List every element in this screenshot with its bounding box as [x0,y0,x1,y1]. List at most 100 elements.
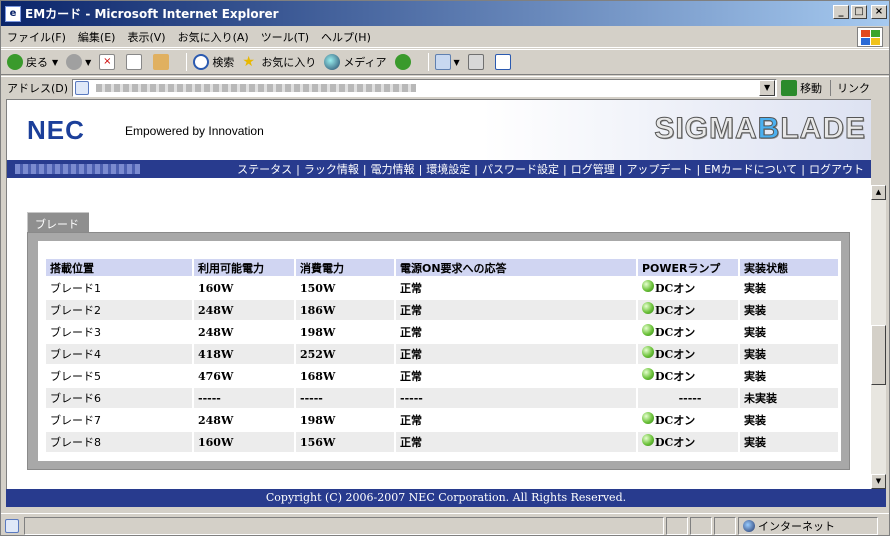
cell-slot: ブレード1 [50,282,101,295]
nav-separator: | [801,162,805,176]
back-button[interactable]: 戻る ▼ [7,54,58,70]
nav-log[interactable]: ログ管理 [571,161,615,177]
history-button[interactable] [394,54,414,70]
search-button[interactable]: 検索 [193,54,234,70]
system-name-blurred [15,164,140,174]
menu-file[interactable]: ファイル(F) [7,29,66,45]
status-cell [666,516,688,535]
print-button[interactable] [467,54,487,70]
mail-button[interactable]: ▼ [434,54,460,70]
favorites-label: お気に入り [261,56,317,69]
close-button[interactable]: × [871,5,887,19]
menu-help[interactable]: ヘルプ(H) [321,29,371,45]
lamp-text: DCオン [655,348,696,361]
history-icon [394,54,411,70]
zone-cell: インターネット [738,516,878,535]
cell-slot: ブレード8 [46,432,192,452]
mail-dropdown-icon[interactable]: ▼ [454,58,460,67]
address-dropdown-icon[interactable]: ▼ [759,79,776,96]
ie-page-icon: e [5,5,21,22]
media-button[interactable]: メディア [324,54,387,70]
edit-button[interactable] [494,54,514,70]
menu-view[interactable]: 表示(V) [127,29,165,45]
scroll-up-icon[interactable]: ▲ [871,185,886,200]
cell-slot: ブレード7 [50,414,101,427]
nav-update[interactable]: アップデート [626,161,692,177]
nav-about[interactable]: EMカードについて [704,161,797,177]
cell-slot: ブレード5 [50,370,101,383]
home-button[interactable] [153,54,172,70]
nav-rack-info[interactable]: ラック情報 [304,161,359,177]
table-row: ブレード5 476W 168W 正常 DCオン 実装 [46,366,838,386]
col-power-lamp: POWERランプ [638,259,738,276]
globe-icon [743,519,755,532]
address-input[interactable] [72,78,778,97]
nav-settings[interactable]: 環境設定 [426,161,470,177]
nav-power-info[interactable]: 電力情報 [371,161,415,177]
minimize-button[interactable]: _ [833,5,849,19]
cell-state: 未実装 [740,388,838,408]
table-row: ブレード6 ----- ----- ----- ----- 未実装 [46,388,838,408]
address-label: アドレス(D) [7,81,69,95]
cell-lamp: DCオン [638,278,738,298]
table-row: ブレード1 160W 150W 正常 DCオン 実装 [46,278,838,298]
tab-blade[interactable]: ブレード [27,212,89,232]
status-text-cell [24,516,664,535]
blade-panel-body: 搭載位置 利用可能電力 消費電力 電源ON要求への応答 POWERランプ 実装状… [38,241,841,461]
nav-password[interactable]: パスワード設定 [482,161,559,177]
page-icon [75,80,90,95]
scroll-thumb[interactable] [871,325,886,385]
go-button[interactable]: 移動 [781,79,822,96]
menu-bar: ファイル(F) 編集(E) 表示(V) お気に入り(A) ツール(T) ヘルプ(… [1,26,889,48]
scroll-down-icon[interactable]: ▼ [871,474,886,489]
menu-edit[interactable]: 編集(E) [78,29,116,45]
window-title: EMカード - Microsoft Internet Explorer [25,7,279,21]
menu-tools[interactable]: ツール(T) [261,29,309,45]
logo-accent: B [757,112,781,146]
search-label: 検索 [212,56,235,69]
edit-page-icon [494,54,511,70]
forward-button[interactable]: ▼ [66,54,91,70]
back-label: 戻る [26,56,48,69]
toolbar-separator [186,53,188,71]
title-bar[interactable]: e EMカード - Microsoft Internet Explorer _ … [1,1,889,26]
cell-slot: ブレード2 [46,300,192,320]
links-label[interactable]: リンク [830,79,870,96]
refresh-button[interactable] [126,54,145,70]
col-available-power: 利用可能電力 [194,259,294,276]
search-icon [193,54,210,70]
lamp-text: DCオン [655,436,696,449]
table-row: ブレード8 160W 156W 正常 DCオン 実装 [46,432,838,452]
status-cell [714,516,736,535]
lamp-text: DCオン [655,370,696,383]
stop-button[interactable]: × [99,54,118,70]
back-arrow-icon [7,54,23,70]
cell-available: 418W [194,344,294,364]
cell-lamp: DCオン [638,432,738,452]
cell-slot: ブレード3 [50,326,101,339]
back-dropdown-icon[interactable]: ▼ [52,58,58,67]
table-row: ブレード7 248W 198W 正常 DCオン 実装 [46,410,838,430]
cell-response: 正常 [400,326,422,339]
zone-label: インターネット [758,519,835,533]
star-icon: ★ [242,54,255,70]
status-bar: インターネット [1,513,889,535]
nav-logout[interactable]: ログアウト [809,161,864,177]
menu-favorites[interactable]: お気に入り(A) [178,29,249,45]
blade-panel: 搭載位置 利用可能電力 消費電力 電源ON要求への応答 POWERランプ 実装状… [27,232,850,470]
page-footer: Copyright (C) 2006-2007 NEC Corporation.… [6,489,886,507]
cell-available: 248W [198,325,234,339]
maximize-button[interactable]: □ [851,5,867,19]
forward-dropdown-icon[interactable]: ▼ [85,58,91,67]
nav-status[interactable]: ステータス [237,161,292,177]
cell-response: ----- [396,388,636,408]
main-nav: ステータス | ラック情報 | 電力情報 | 環境設定 | パスワード設定 | ログ管理 |… [7,160,871,178]
nav-separator: | [618,162,623,176]
lamp-text: DCオン [655,414,696,427]
cell-slot: ブレード4 [46,344,192,364]
power-lamp-icon [642,324,654,336]
vertical-scrollbar[interactable]: ▲ ▼ [871,185,886,489]
power-lamp-icon [642,346,654,358]
favorites-button[interactable]: ★ お気に入り [242,54,316,70]
nav-separator: | [362,162,367,176]
